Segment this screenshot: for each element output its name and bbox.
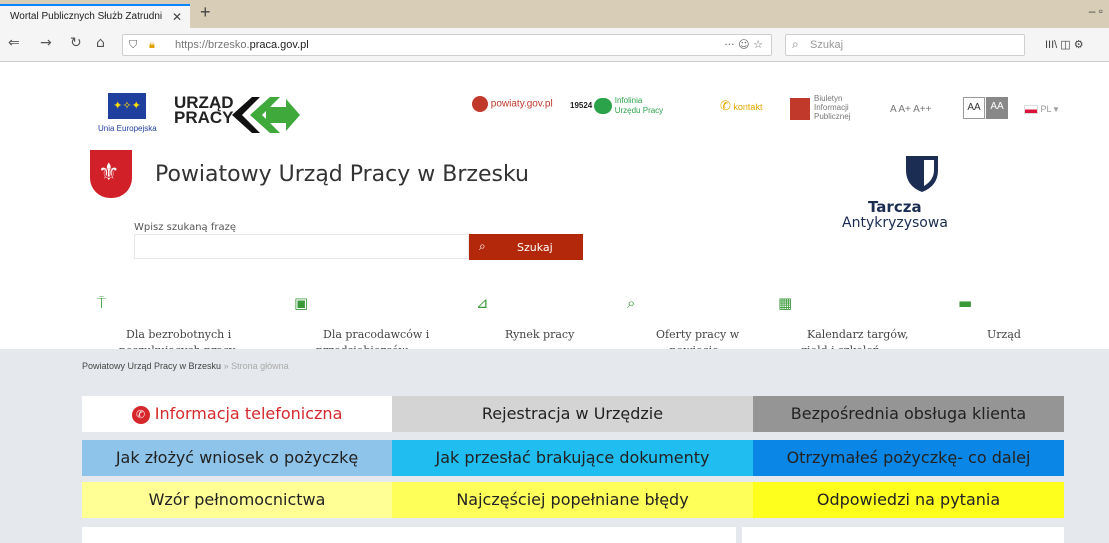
tile-obsluga-klienta[interactable]: Bezpośrednia obsługa klienta xyxy=(753,396,1064,432)
tile-informacja-telefoniczna[interactable]: ✆ Informacja telefoniczna xyxy=(82,396,392,432)
tab-title: Wortal Publicznych Służb Zatrudni xyxy=(10,11,163,22)
signpost-icon: ⍑ xyxy=(97,294,107,312)
powiaty-link[interactable]: powiaty.gov.pl xyxy=(472,96,553,112)
tile-odpowiedzi[interactable]: Odpowiedzi na pytania xyxy=(753,482,1064,518)
search-button[interactable]: ⌕ Szukaj xyxy=(469,234,583,260)
breadcrumb-current: Strona główna xyxy=(231,361,289,371)
font-size-controls[interactable]: A A+ A++ xyxy=(890,104,931,115)
tarcza-subtitle[interactable]: Antykryzysowa xyxy=(842,215,948,231)
new-tab-button[interactable]: + xyxy=(200,2,211,23)
tile-brakujace-dokumenty[interactable]: Jak przesłać brakujące dokumenty xyxy=(392,440,753,476)
back-icon[interactable]: ⇐ xyxy=(8,35,20,51)
powiaty-icon xyxy=(472,96,488,112)
address-bar[interactable]: ⛉ 🔒︎ https://brzesko.praca.gov.pl ··· ☺ … xyxy=(122,34,772,56)
browser-nav-bar: ⇐ → ↻ ⌂ ⛉ 🔒︎ https://brzesko.praca.gov.p… xyxy=(0,28,1109,62)
search-icon: ⌕ xyxy=(479,239,486,253)
pl-flag-icon xyxy=(1024,105,1038,115)
breadcrumb-home[interactable]: Powiatowy Urząd Pracy w Brzesku xyxy=(82,361,221,371)
urzad-pracy-logo[interactable]: URZĄD PRACY xyxy=(174,94,234,126)
kontakt-link[interactable]: ✆ kontakt xyxy=(720,98,762,114)
breadcrumb: Powiatowy Urząd Pracy w Brzesku » Strona… xyxy=(82,361,289,371)
phone-icon: ✆ xyxy=(720,98,731,113)
browser-tab[interactable]: Wortal Publicznych Służb Zatrudni ✕ xyxy=(0,4,190,28)
menu-item-urzad[interactable]: ▬ Urząd xyxy=(958,295,1021,343)
content-panel-left xyxy=(82,527,736,543)
infolinia-number: 19524 xyxy=(570,101,593,111)
search-icon: ⌕ xyxy=(627,294,636,312)
chart-icon: ⊿ xyxy=(476,294,489,312)
reload-icon[interactable]: ↻ xyxy=(70,35,82,51)
phone-icon: ✆ xyxy=(131,405,150,424)
home-icon[interactable]: ⌂ xyxy=(96,35,105,51)
urzad-pracy-arrow-icon xyxy=(232,97,300,133)
forward-icon[interactable]: → xyxy=(40,35,52,51)
tile-wniosek-pozyczka[interactable]: Jak złożyć wniosek o pożyczkę xyxy=(82,440,392,476)
calendar-icon: ▦ xyxy=(778,294,793,312)
search-label: Wpisz szukaną frazę xyxy=(134,222,236,233)
window-controls[interactable]: – ▫ xyxy=(1089,4,1103,18)
contrast-high-button[interactable]: AA xyxy=(986,97,1008,119)
tile-rejestracja[interactable]: Rejestracja w Urzędzie xyxy=(392,396,753,432)
page-actions[interactable]: ··· ☺ ☆ xyxy=(724,38,763,51)
tile-bledy[interactable]: Najczęściej popełniane błędy xyxy=(392,482,753,518)
browser-tab-bar: Wortal Publicznych Służb Zatrudni ✕ + – … xyxy=(0,0,1109,28)
briefcase-icon: ▣ xyxy=(294,294,309,312)
bip-icon xyxy=(790,98,810,120)
search-icon: ⌕ xyxy=(792,37,799,51)
building-icon: ▬ xyxy=(958,294,973,312)
url-text[interactable]: https://brzesko.praca.gov.pl xyxy=(175,39,309,51)
phone-circle-icon xyxy=(594,98,613,114)
search-input[interactable] xyxy=(134,234,469,259)
tarcza-title[interactable]: Tarcza xyxy=(868,198,922,216)
menu-item-rynek[interactable]: ⊿ Rynek pracy xyxy=(476,295,574,343)
content-panel-right xyxy=(742,527,1064,543)
lock-icon[interactable]: 🔒︎ xyxy=(149,38,155,52)
shield-icon xyxy=(906,156,938,192)
tile-otrzymales-pozyczke[interactable]: Otrzymałeś pożyczkę- co dalej xyxy=(753,440,1064,476)
tile-wzor-pelnomocnictwa[interactable]: Wzór pełnomocnictwa xyxy=(82,482,392,518)
language-select[interactable]: PL ▾ xyxy=(1024,104,1058,115)
eu-label: Unia Europejska xyxy=(98,124,157,133)
eu-flag-icon: ✦✧✦ xyxy=(108,93,146,119)
crest-icon: ⚜ xyxy=(90,150,132,198)
site-title[interactable]: Powiatowy Urząd Pracy w Brzesku xyxy=(155,162,529,187)
browser-search-input[interactable]: ⌕ Szukaj xyxy=(785,34,1025,56)
infolinia-link[interactable]: 19524 Infolinia Urzędu Pracy xyxy=(570,96,663,116)
contrast-normal-button[interactable]: AA xyxy=(963,97,985,119)
library-icon[interactable]: III\ ◫ ⚙ xyxy=(1045,38,1084,51)
tab-close-icon[interactable]: ✕ xyxy=(172,10,182,24)
shield-icon[interactable]: ⛉ xyxy=(129,38,137,52)
